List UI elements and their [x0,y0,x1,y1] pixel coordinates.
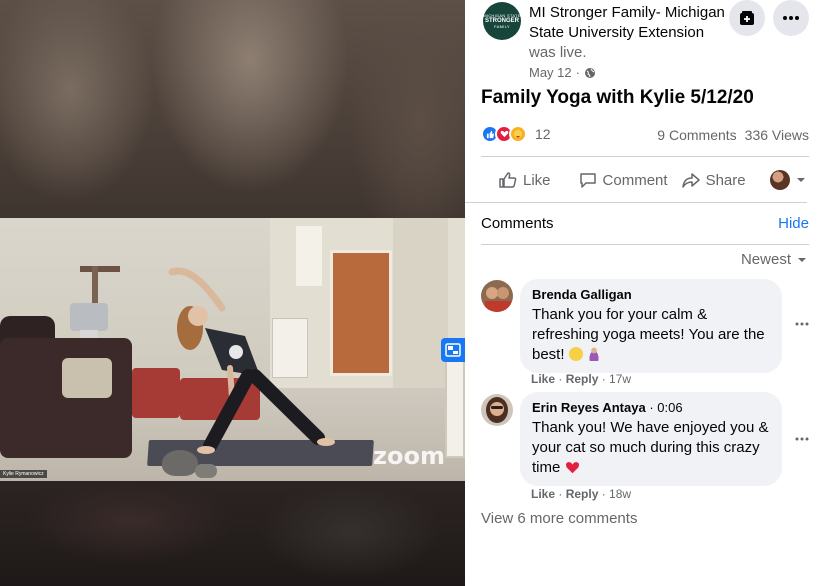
comment-video-timestamp[interactable]: 0:06 [657,400,682,415]
comment-text: Thank you for your calm & refreshing yog… [532,306,765,363]
yoga-instructor [168,267,335,454]
comment-author[interactable]: Erin Reyes Antaya [532,400,646,415]
reactions-summary[interactable]: 12 [481,125,551,143]
post-panel: MICHIGAN STATE STRONGER FAMILY MI Strong… [465,0,823,586]
smiley-emoji-icon [568,347,583,361]
comment-icon [579,173,596,188]
more-icon [795,322,809,326]
video-blur-top [0,0,465,218]
heart-emoji-icon [565,462,579,474]
more-options-button[interactable] [773,0,809,36]
comment-age[interactable]: 17w [609,372,631,386]
react-as-selector[interactable] [769,170,806,190]
comment-more-button[interactable] [795,428,809,446]
comment-reply-link[interactable]: Reply [566,372,599,386]
comment-reply-link[interactable]: Reply [566,487,599,501]
comment-sort-dropdown[interactable]: Newest [741,251,807,268]
comment-actions: Like · Reply · 18w [531,487,632,501]
was-live-text: was live. [529,44,587,61]
post-actions-bar: Like Comment Share [481,166,811,194]
divider [481,156,809,157]
care-reaction-icon [509,125,527,143]
commenter-avatar[interactable] [481,394,513,426]
thumbs-up-icon [499,172,517,188]
like-button[interactable]: Like [499,171,551,189]
chevron-down-icon [796,178,805,182]
reaction-count: 12 [535,126,551,142]
participant-name-tag: Kylie Rymanowicz [0,470,47,478]
page-name-link[interactable]: MI Stronger Family- Michigan State Unive… [529,4,725,41]
comments-heading: Comments [481,215,554,232]
comment-like-link[interactable]: Like [531,487,555,501]
view-more-comments-link[interactable]: View 6 more comments [481,510,637,527]
comments-count-link[interactable]: 9 Comments [657,127,736,143]
post-header: MI Stronger Family- Michigan State Unive… [529,3,729,63]
save-button[interactable] [729,0,765,36]
views-count: 336 Views [744,127,809,143]
divider [481,244,809,245]
more-icon [795,437,809,441]
meditation-emoji-icon [586,347,601,361]
share-button[interactable]: Share [681,171,746,189]
post-date[interactable]: May 12 [529,65,572,80]
sofa [0,338,132,458]
divider [465,202,807,203]
picture-in-picture-button[interactable] [441,338,465,362]
comment-bubble: Erin Reyes Antaya · 0:06 Thank you! We h… [520,392,782,486]
more-icon [783,16,799,20]
comment-actions: Like · Reply · 17w [531,372,632,386]
hide-comments-link[interactable]: Hide [778,215,809,232]
comment-text: Thank you! We have enjoyed you & your ca… [532,419,769,476]
picture-in-picture-icon [445,343,461,357]
video-player[interactable]: zoom Kylie Rymanowicz [0,0,465,586]
video-frame[interactable]: zoom Kylie Rymanowicz [0,218,465,481]
comment-age[interactable]: 18w [609,487,631,501]
cat [162,450,198,476]
post-stats: 9 Comments 336 Views [657,127,809,143]
page-avatar[interactable]: MICHIGAN STATE STRONGER FAMILY [483,2,521,40]
comment-bubble: Brenda Galligan Thank you for your calm … [520,279,782,373]
comment-like-link[interactable]: Like [531,372,555,386]
post-meta: May 12 · [529,65,596,80]
globe-icon [584,67,595,78]
zoom-logo: zoom [373,442,445,470]
comment-header: Erin Reyes Antaya · 0:06 [532,400,683,415]
comment-more-button[interactable] [795,313,809,331]
post-title: Family Yoga with Kylie 5/12/20 [481,87,754,108]
share-icon [681,173,700,188]
chevron-down-icon [798,257,806,262]
commenter-avatar[interactable] [481,280,513,312]
comment-author[interactable]: Brenda Galligan [532,287,770,302]
video-blur-bottom [0,481,465,586]
user-avatar-icon [769,170,790,190]
bookmark-add-icon [740,11,754,25]
comment-button[interactable]: Comment [579,171,668,189]
